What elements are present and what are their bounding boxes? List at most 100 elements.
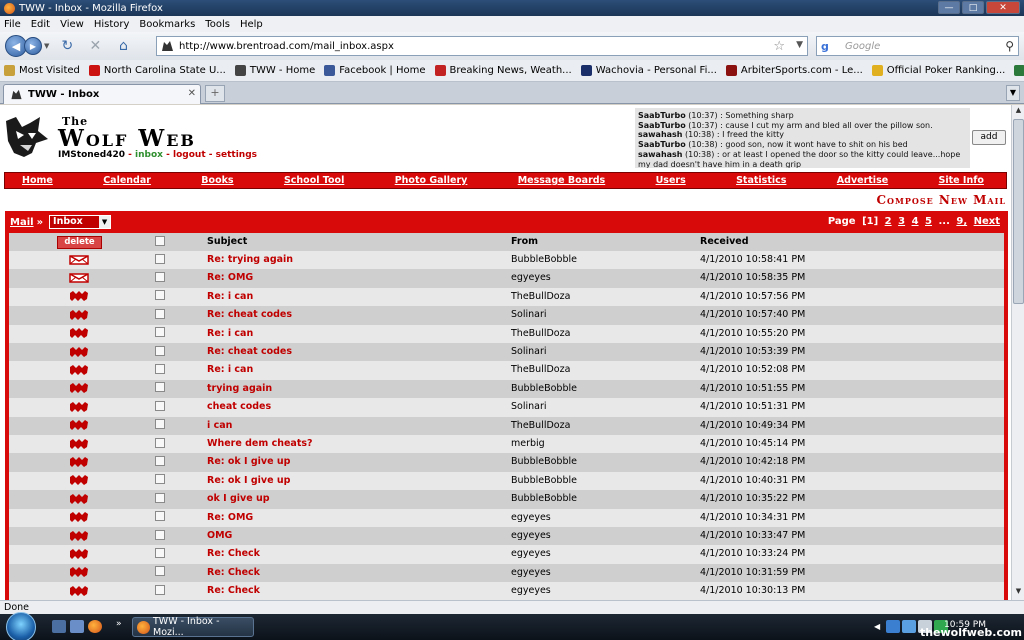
row-subject[interactable]: Re: Check: [207, 582, 260, 600]
menu-edit[interactable]: Edit: [31, 19, 50, 30]
list-tabs-button[interactable]: ▼: [1006, 85, 1020, 101]
select-all-checkbox[interactable]: [155, 235, 165, 246]
row-subject[interactable]: Re: OMG: [207, 269, 253, 287]
row-subject[interactable]: ok I give up: [207, 490, 270, 508]
bookmark-item[interactable]: Breaking News, Weath...: [434, 65, 572, 76]
inbox-link[interactable]: inbox: [135, 150, 163, 160]
menu-view[interactable]: View: [60, 19, 84, 30]
reload-button[interactable]: ↻: [57, 36, 77, 56]
menu-tools[interactable]: Tools: [205, 19, 230, 30]
chat-user[interactable]: SaabTurbo: [638, 111, 686, 120]
chat-add-button[interactable]: add: [972, 130, 1006, 145]
vertical-scrollbar[interactable]: ▲ ▼: [1011, 105, 1024, 600]
table-row[interactable]: cheat codes Solinari 4/1/2010 10:51:31 PM: [9, 398, 1004, 417]
forward-button[interactable]: ▶: [24, 37, 42, 55]
close-window-button[interactable]: ✕: [986, 1, 1020, 14]
row-checkbox[interactable]: [155, 584, 165, 595]
stop-button[interactable]: ✕: [85, 36, 105, 56]
close-tab-icon[interactable]: ✕: [188, 88, 196, 99]
row-checkbox[interactable]: [155, 455, 165, 466]
nav-link-site-info[interactable]: Site Info: [939, 175, 984, 186]
table-row[interactable]: i can TheBullDoza 4/1/2010 10:49:34 PM: [9, 416, 1004, 435]
header-from[interactable]: From: [511, 233, 538, 251]
logout-link[interactable]: logout: [173, 150, 206, 160]
next-page-link[interactable]: Next: [974, 216, 1000, 227]
menu-history[interactable]: History: [94, 19, 130, 30]
header-received[interactable]: Received: [700, 233, 749, 251]
bookmark-star-icon[interactable]: ☆: [773, 39, 785, 54]
tab-tww-inbox[interactable]: TWW - Inbox ✕: [3, 84, 201, 104]
page-link-5[interactable]: 5: [925, 216, 932, 227]
nav-link-school-tool[interactable]: School Tool: [284, 175, 344, 186]
show-desktop-icon[interactable]: [52, 620, 66, 633]
row-checkbox[interactable]: [155, 437, 165, 448]
home-button[interactable]: ⌂: [113, 36, 133, 56]
minimize-button[interactable]: —: [938, 1, 960, 14]
scroll-up-icon[interactable]: ▲: [1013, 106, 1024, 118]
row-checkbox[interactable]: [155, 290, 165, 301]
row-subject[interactable]: Re: ok I give up: [207, 453, 290, 471]
page-link-4[interactable]: 4: [912, 216, 919, 227]
header-subject[interactable]: Subject: [207, 233, 247, 251]
folder-select[interactable]: Inbox ▼: [49, 215, 112, 229]
row-subject[interactable]: cheat codes: [207, 398, 271, 416]
history-dropdown-icon[interactable]: ▼: [44, 42, 49, 50]
table-row[interactable]: Re: trying again BubbleBobble 4/1/2010 10:…: [9, 251, 1004, 270]
google-icon[interactable]: g: [821, 40, 829, 53]
table-row[interactable]: Re: ok I give up BubbleBobble 4/1/2010 10:…: [9, 471, 1004, 491]
scroll-thumb[interactable]: [1013, 119, 1024, 304]
table-row[interactable]: Re: i can TheBullDoza 4/1/2010 10:55:20 PM: [9, 324, 1004, 343]
row-checkbox[interactable]: [155, 345, 165, 356]
nav-link-advertise[interactable]: Advertise: [837, 175, 888, 186]
bookmark-item[interactable]: Facebook | Home: [324, 65, 426, 76]
row-checkbox[interactable]: [155, 271, 165, 282]
row-checkbox[interactable]: [155, 529, 165, 540]
table-row[interactable]: Re: i can TheBullDoza 4/1/2010 10:52:08 PM: [9, 361, 1004, 380]
bookmark-item[interactable]: TWW - Home: [234, 65, 315, 76]
table-row[interactable]: Where dem cheats? merbig 4/1/2010 10:45:14…: [9, 435, 1004, 454]
page-link-3[interactable]: 3: [898, 216, 905, 227]
row-checkbox[interactable]: [155, 511, 165, 522]
table-row[interactable]: Re: i can TheBullDoza 4/1/2010 10:57:56 PM: [9, 287, 1004, 307]
search-icon[interactable]: ⚲: [1005, 39, 1014, 53]
row-subject[interactable]: OMG: [207, 527, 232, 545]
settings-link[interactable]: settings: [216, 150, 257, 160]
volume-icon[interactable]: [902, 620, 916, 633]
table-row[interactable]: Re: Check egyeyes 4/1/2010 10:31:59 PM: [9, 563, 1004, 583]
row-subject[interactable]: Re: i can: [207, 361, 253, 379]
table-row[interactable]: Re: Check egyeyes 4/1/2010 10:33:24 PM: [9, 545, 1004, 564]
nav-link-message-boards[interactable]: Message Boards: [518, 175, 606, 186]
row-checkbox[interactable]: [155, 400, 165, 411]
quicklaunch-chevron-icon[interactable]: »: [116, 619, 122, 629]
table-row[interactable]: Re: OMG egyeyes 4/1/2010 10:34:31 PM: [9, 508, 1004, 527]
row-subject[interactable]: Re: cheat codes: [207, 343, 292, 361]
network-icon[interactable]: [886, 620, 900, 633]
nav-link-home[interactable]: Home: [22, 175, 53, 186]
row-subject[interactable]: Re: Check: [207, 564, 260, 582]
menu-file[interactable]: File: [4, 19, 21, 30]
table-row[interactable]: Re: ok I give up BubbleBobble 4/1/2010 10:…: [9, 453, 1004, 472]
nav-link-statistics[interactable]: Statistics: [736, 175, 786, 186]
bookmark-item[interactable]: Most Visited: [4, 65, 80, 76]
table-row[interactable]: Re: Check egyeyes 4/1/2010 10:30:13 PM: [9, 582, 1004, 600]
row-checkbox[interactable]: [155, 327, 165, 338]
bookmark-item[interactable]: ArbiterSports.com - Le...: [725, 65, 863, 76]
row-checkbox[interactable]: [155, 419, 165, 430]
row-checkbox[interactable]: [155, 474, 165, 485]
url-bar[interactable]: http://www.brentroad.com/mail_inbox.aspx…: [156, 36, 808, 56]
breadcrumb-mail-link[interactable]: Mail: [10, 217, 34, 228]
page-link-last[interactable]: 9,: [956, 216, 967, 227]
username[interactable]: IMStoned420: [58, 150, 125, 160]
row-subject[interactable]: i can: [207, 417, 232, 435]
row-subject[interactable]: Re: ok I give up: [207, 472, 290, 490]
nav-link-photo-gallery[interactable]: Photo Gallery: [395, 175, 468, 186]
chat-user[interactable]: sawahash: [638, 130, 683, 139]
switch-windows-icon[interactable]: [70, 620, 84, 633]
scroll-down-icon[interactable]: ▼: [1013, 587, 1024, 599]
bookmark-item[interactable]: North Carolina State U...: [88, 65, 226, 76]
maximize-button[interactable]: □: [962, 1, 984, 14]
nav-link-calendar[interactable]: Calendar: [103, 175, 151, 186]
bookmark-item[interactable]: Capital Bank | commu...: [1014, 65, 1024, 76]
row-subject[interactable]: trying again: [207, 380, 272, 398]
table-row[interactable]: trying again BubbleBobble 4/1/2010 10:51:5…: [9, 379, 1004, 399]
